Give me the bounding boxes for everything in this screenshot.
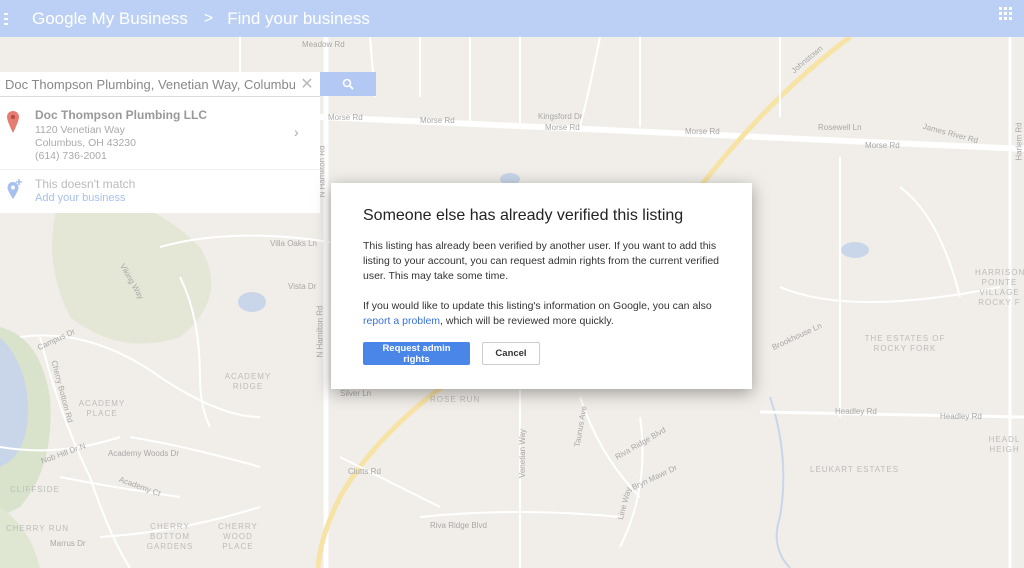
menu-icon[interactable]	[4, 12, 20, 25]
search-results: Doc Thompson Plumbing LLC 1120 Venetian …	[0, 97, 320, 213]
map-label: Silver Ln	[340, 389, 372, 398]
map-label: Marrus Dr	[50, 539, 86, 548]
chevron-right-icon: >	[203, 9, 214, 27]
result-item[interactable]: Doc Thompson Plumbing LLC 1120 Venetian …	[0, 97, 320, 170]
app-header: Google My Business > Find your business	[0, 0, 1024, 37]
map-label: Academy Woods Dr	[108, 449, 179, 458]
cancel-button[interactable]: Cancel	[482, 342, 540, 365]
business-phone: (614) 736-2001	[35, 150, 107, 162]
map-label: Kingsford Dr	[538, 112, 583, 121]
chevron-right-icon: ›	[294, 124, 299, 140]
map-label: Clutts Rd	[348, 467, 381, 476]
map-pin-icon	[7, 111, 19, 133]
clear-icon[interactable]: ✕	[297, 74, 317, 94]
search-input[interactable]	[0, 75, 297, 93]
map-area: CLIFFSIDE	[10, 485, 60, 494]
request-admin-rights-button[interactable]: Request admin rights	[363, 342, 470, 365]
map-area: HARRISON POINTE VILLAGE ROCKY F	[975, 268, 1024, 307]
app-title[interactable]: Google My Business	[32, 9, 188, 29]
map-label: Headley Rd	[940, 412, 982, 421]
map-label: Morse Rd	[328, 113, 363, 122]
map-area: HEADL HEIGH	[988, 435, 1021, 454]
map-label: Headley Rd	[835, 407, 877, 416]
map-label: Morse Rd	[545, 123, 580, 132]
address-city: Columbus, OH 43230	[35, 137, 136, 149]
map-label: Harlem Rd	[1014, 122, 1024, 161]
map-label: N Hamilton Rd	[315, 305, 325, 358]
no-match-item: This doesn't match Add your business	[0, 170, 320, 213]
map-label: Morse Rd	[685, 127, 720, 136]
business-address: 1120 Venetian Way Columbus, OH 43230 (61…	[35, 124, 136, 163]
map-label: Vista Dr	[288, 282, 317, 291]
search-button[interactable]	[320, 72, 376, 96]
add-business-link[interactable]: Add your business	[35, 192, 126, 204]
dialog-body-2-end: , which will be reviewed more quickly.	[440, 315, 614, 327]
apps-grid-icon[interactable]	[999, 7, 1012, 20]
map-label: Riva Ridge Blvd	[430, 521, 487, 530]
map-label: Morse Rd	[865, 141, 900, 150]
dialog-body-1: This listing has already been verified b…	[363, 240, 720, 282]
map-area: THE ESTATES OF ROCKY FORK	[864, 334, 946, 353]
no-match-text: This doesn't match	[35, 177, 136, 191]
map-area: ACADEMY RIDGE	[224, 372, 272, 391]
search-icon	[342, 78, 354, 90]
map-label: Morse Rd	[420, 116, 455, 125]
dialog-body-2: If you would like to update this listing…	[363, 299, 723, 329]
map-area: CHERRY BOTTOM GARDENS	[146, 522, 194, 551]
map-area: ROSE RUN	[430, 395, 481, 404]
address-street: 1120 Venetian Way	[35, 124, 125, 136]
map-label: Rosewell Ln	[818, 123, 862, 132]
report-problem-link[interactable]: report a problem	[363, 315, 440, 327]
map-area: CHERRY WOOD PLACE	[218, 522, 258, 551]
map-area: LEUKART ESTATES	[810, 465, 900, 474]
map-area: CHERRY RUN	[6, 524, 70, 533]
dialog-body-2-start: If you would like to update this listing…	[363, 300, 712, 312]
search-box: ✕	[0, 72, 320, 97]
add-location-icon	[7, 179, 22, 199]
map-label: Venetian Way	[518, 428, 528, 479]
page-title: Find your business	[227, 8, 370, 28]
map-area: ACADEMY PLACE	[78, 399, 126, 418]
map-label: Villa Oaks Ln	[270, 239, 317, 248]
verified-listing-dialog: Someone else has already verified this l…	[331, 183, 752, 389]
map-label: Meadow Rd	[302, 40, 345, 49]
business-name: Doc Thompson Plumbing LLC	[35, 108, 207, 122]
dialog-title: Someone else has already verified this l…	[363, 207, 684, 224]
